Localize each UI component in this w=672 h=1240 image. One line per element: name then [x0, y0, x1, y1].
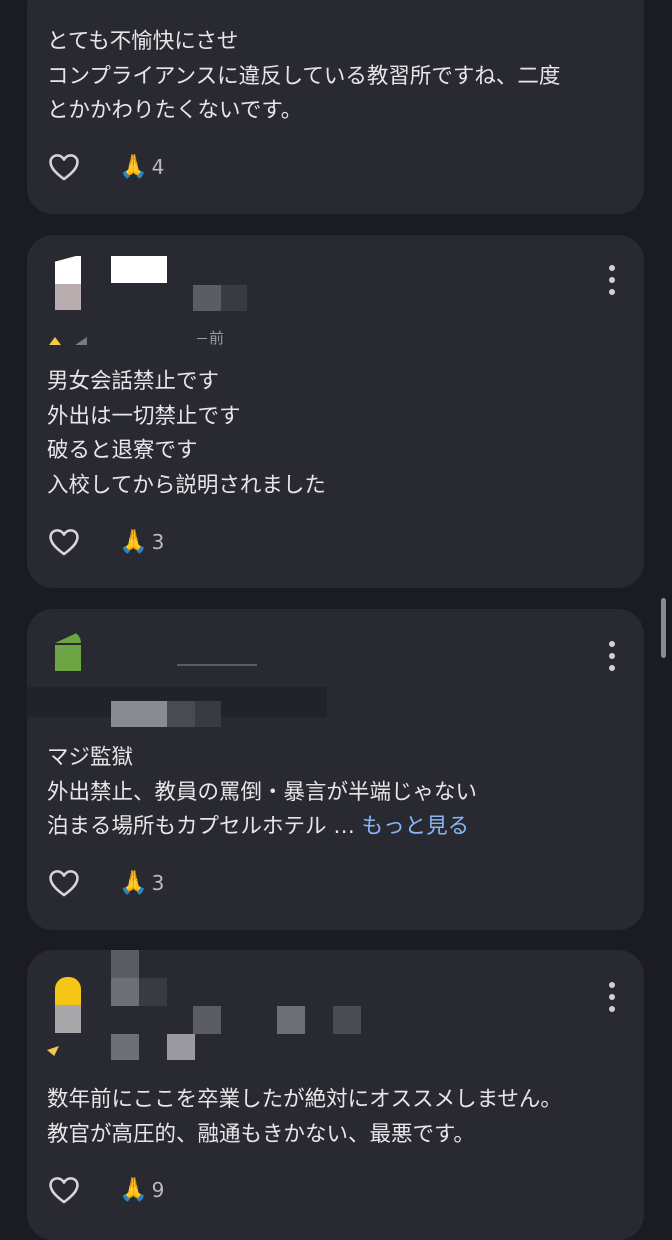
rating-star-icon	[49, 337, 61, 345]
heart-icon[interactable]	[47, 866, 81, 900]
folded-hands-icon[interactable]: 🙏	[119, 871, 148, 895]
reaction-count: 4	[151, 155, 165, 179]
reaction-count: 9	[151, 1178, 165, 1202]
read-more-link[interactable]: もっと見る	[362, 814, 470, 839]
review-text: とても不愉快にさせ コンプライアンスに違反している教習所ですね、二度 とかかわり…	[47, 29, 561, 123]
review-actions: 🙏 3	[47, 522, 164, 562]
reaction-count: 3	[151, 871, 165, 895]
review-date: 前	[197, 327, 224, 348]
more-options-icon[interactable]	[608, 641, 616, 671]
folded-hands-icon[interactable]: 🙏	[119, 1178, 148, 1202]
review-actions: 🙏 3	[47, 863, 164, 903]
review-card: とても不愉快にさせ コンプライアンスに違反している教習所ですね、二度 とかかわり…	[27, 0, 644, 214]
review-card: 前 男女会話禁止です 外出は一切禁止です 破ると退寮です 入校してから説明されま…	[27, 235, 644, 588]
folded-hands-icon[interactable]: 🙏	[119, 530, 148, 554]
heart-icon[interactable]	[47, 1173, 81, 1207]
review-actions: 🙏 4	[47, 147, 164, 187]
more-options-icon[interactable]	[608, 265, 616, 295]
review-text: マジ監獄 外出禁止、教員の罵倒・暴言が半端じゃない 泊まる場所もカプセルホテル …	[47, 745, 478, 839]
review-card: 数年前にここを卒業したが絶対にオススメしません。 教官が高圧的、融通もきかない、…	[27, 950, 644, 1240]
review-text: 数年前にここを卒業したが絶対にオススメしません。 教官が高圧的、融通もきかない、…	[47, 1087, 562, 1147]
more-options-icon[interactable]	[608, 982, 616, 1012]
review-card: マジ監獄 外出禁止、教員の罵倒・暴言が半端じゃない 泊まる場所もカプセルホテル …	[27, 603, 644, 930]
review-text: 男女会話禁止です 外出は一切禁止です 破ると退寮です 入校してから説明されました	[47, 369, 326, 498]
heart-icon[interactable]	[47, 150, 81, 184]
review-actions: 🙏 9	[47, 1170, 164, 1210]
reaction-count: 3	[151, 530, 165, 554]
rating-redacted	[75, 337, 87, 345]
folded-hands-icon[interactable]: 🙏	[119, 155, 148, 179]
rating-star-icon	[47, 1046, 59, 1056]
heart-icon[interactable]	[47, 525, 81, 559]
scrollbar-thumb[interactable]	[661, 598, 666, 658]
